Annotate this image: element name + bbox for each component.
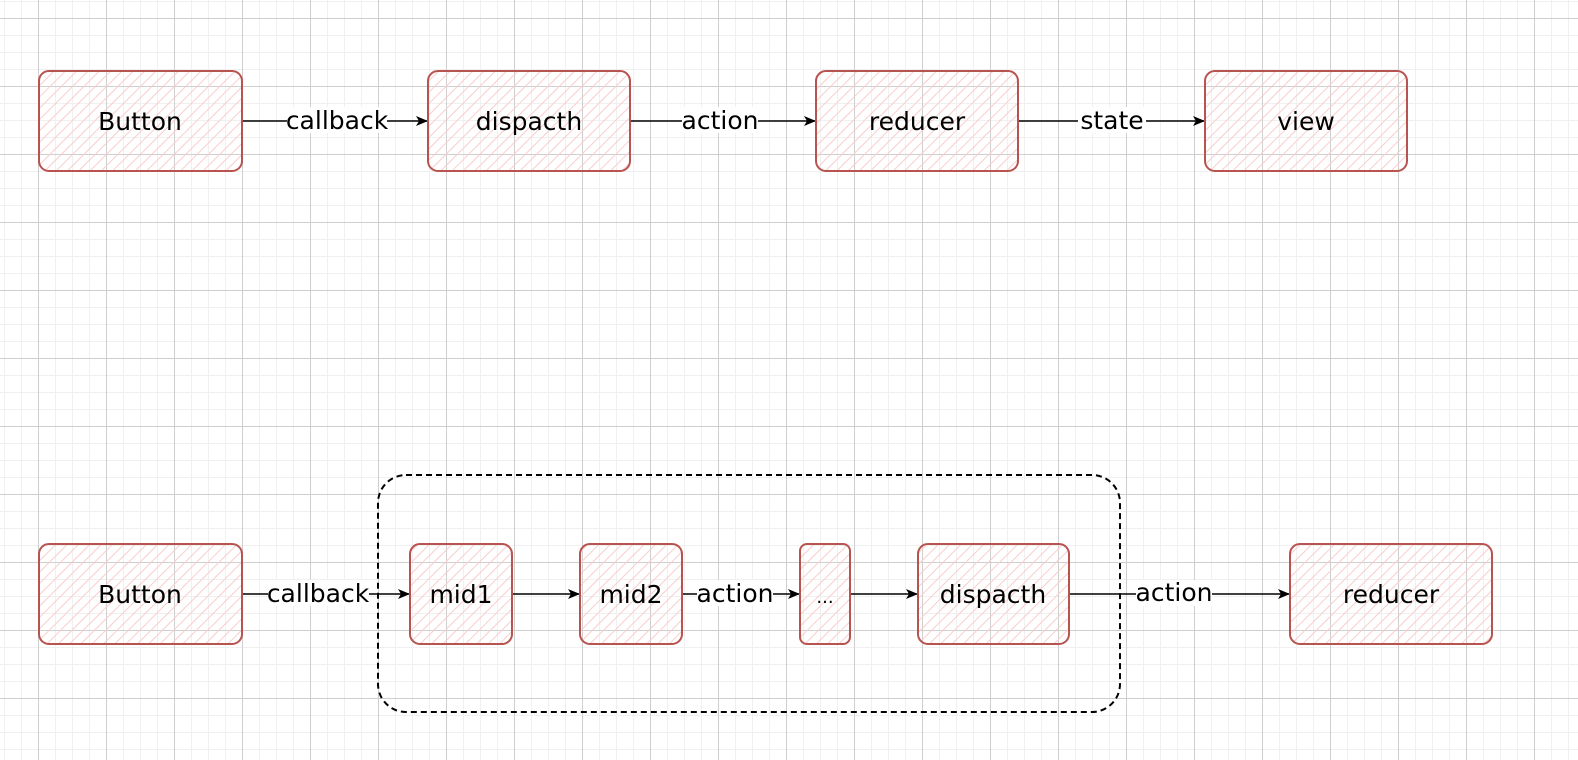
edge-label: state (1080, 106, 1143, 135)
edge-action[interactable]: action (631, 106, 816, 135)
node-ellipsis[interactable]: ... (799, 543, 851, 645)
node-label: Button (98, 107, 182, 136)
edge-callback[interactable]: callback (243, 579, 410, 608)
node-label: mid1 (429, 580, 492, 609)
node-label: dispacth (940, 580, 1046, 609)
edge-state[interactable]: state (1019, 106, 1205, 135)
node-label: Button (98, 580, 182, 609)
top-flow: callback action state Button dispacth re… (38, 70, 1408, 172)
node-reducer[interactable]: reducer (815, 70, 1019, 172)
bottom-flow: callback action action Button mid1 mid2 … (38, 543, 1493, 645)
node-label: view (1277, 107, 1335, 136)
edge-action[interactable]: action (1070, 578, 1290, 607)
node-label: reducer (1343, 580, 1440, 609)
node-mid2[interactable]: mid2 (579, 543, 683, 645)
edge-callback[interactable]: callback (243, 106, 428, 135)
edge-label: action (1136, 578, 1213, 607)
node-label: ... (816, 587, 833, 608)
node-label: reducer (869, 107, 966, 136)
node-dispatch[interactable]: dispacth (427, 70, 631, 172)
node-dispatch[interactable]: dispacth (917, 543, 1070, 645)
edge-label: callback (267, 579, 370, 608)
node-button[interactable]: Button (38, 543, 243, 645)
node-view[interactable]: view (1204, 70, 1408, 172)
edge-label: callback (286, 106, 389, 135)
edge-label: action (697, 579, 774, 608)
node-button[interactable]: Button (38, 70, 243, 172)
edge-action[interactable]: action (683, 579, 800, 608)
node-mid1[interactable]: mid1 (409, 543, 513, 645)
node-label: dispacth (476, 107, 582, 136)
diagram-canvas: callback action state Button dispacth re… (38, 70, 1493, 713)
node-reducer[interactable]: reducer (1289, 543, 1493, 645)
edge-label: action (682, 106, 759, 135)
node-label: mid2 (599, 580, 662, 609)
